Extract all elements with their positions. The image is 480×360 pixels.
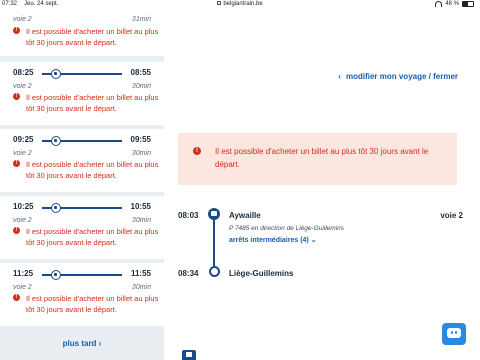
purchase-alert: ! Il est possible d'acheter un billet au… bbox=[178, 133, 457, 185]
later-link-label: plus tard bbox=[62, 339, 97, 348]
connection-warning: ! Il est possible d'acheter un billet au… bbox=[13, 293, 159, 315]
route-line bbox=[213, 220, 215, 266]
departure-station: Aywaille bbox=[229, 211, 261, 220]
warning-icon: ! bbox=[193, 147, 201, 155]
connection-timeline: 08:25 08:55 bbox=[13, 68, 151, 80]
connection-warning-text: Il est possible d'acheter un billet au p… bbox=[26, 27, 159, 47]
train-icon bbox=[208, 208, 220, 220]
chevron-left-icon: ‹ bbox=[338, 72, 341, 81]
connection-card[interactable]: 10:25 10:55 voie 2 30min ! Il est possib… bbox=[0, 196, 164, 259]
battery-percent: 48 % bbox=[445, 1, 459, 7]
connection-card[interactable]: 09:25 09:55 voie 2 30min ! Il est possib… bbox=[0, 129, 164, 192]
warning-icon: ! bbox=[13, 27, 20, 34]
connection-departure: 11:25 bbox=[13, 269, 34, 278]
alert-text: Il est possible d'acheter un billet au p… bbox=[215, 147, 429, 169]
connection-arrival: 08:55 bbox=[130, 68, 151, 77]
connection-warning: ! Il est possible d'acheter un billet au… bbox=[13, 159, 159, 181]
warning-icon: ! bbox=[13, 160, 20, 167]
connection-card[interactable]: 11:25 11:55 voie 2 30min ! Il est possib… bbox=[0, 263, 164, 326]
intermediate-stops-toggle[interactable]: arrêts intermédiaires (4) ⌄ bbox=[229, 236, 317, 244]
connection-warning-text: Il est possible d'acheter un billet au p… bbox=[26, 93, 159, 113]
later-link[interactable]: plus tard › bbox=[0, 339, 164, 348]
connection-warning: ! Il est possible d'acheter un billet au… bbox=[13, 92, 159, 114]
connection-duration: 30min bbox=[131, 284, 151, 291]
connection-departure: 08:25 bbox=[13, 68, 34, 77]
connection-warning: ! Il est possible d'acheter un billet au… bbox=[13, 226, 159, 248]
connection-platform: voie 2 bbox=[13, 150, 32, 157]
connection-card[interactable]: 08:25 08:55 voie 2 30min ! Il est possib… bbox=[0, 62, 164, 125]
journey-timeline: 08:03 Aywaille voie 2 P 7485 en directio… bbox=[178, 205, 463, 285]
url-text: belgiantrain.be bbox=[223, 1, 263, 7]
chevron-down-icon: ⌄ bbox=[310, 237, 317, 244]
battery-fill bbox=[463, 2, 468, 6]
departure-time: 08:03 bbox=[178, 211, 199, 220]
connection-platform: voie 2 bbox=[13, 16, 32, 23]
warning-icon: ! bbox=[13, 93, 20, 100]
connections-sidebar: voie 2 31min ! Il est possible d'acheter… bbox=[0, 10, 164, 360]
status-bar: 07:32 Jeu. 24 sept. belgiantrain.be 48 % bbox=[0, 0, 480, 10]
connection-departure: 10:25 bbox=[13, 202, 34, 211]
battery-icon bbox=[462, 1, 474, 7]
wifi-icon bbox=[435, 1, 443, 7]
connection-duration: 30min bbox=[131, 83, 151, 90]
modify-trip-link[interactable]: ‹ modifier mon voyage / fermer bbox=[338, 72, 458, 81]
chat-bot-icon bbox=[447, 328, 461, 338]
train-icon bbox=[51, 69, 61, 79]
journey-detail-panel bbox=[164, 10, 480, 360]
warning-icon: ! bbox=[13, 227, 20, 234]
connection-arrival: 09:55 bbox=[130, 135, 151, 144]
modify-trip-label: modifier mon voyage / fermer bbox=[345, 72, 458, 81]
connection-duration: 31min bbox=[131, 16, 151, 23]
train-icon bbox=[51, 203, 61, 213]
arrival-station: Liège-Guillemins bbox=[229, 269, 294, 278]
connection-timeline: 10:25 10:55 bbox=[13, 202, 151, 214]
connection-card[interactable]: voie 2 31min ! Il est possible d'acheter… bbox=[0, 10, 164, 56]
connection-warning: ! Il est possible d'acheter un billet au… bbox=[13, 26, 159, 48]
connection-warning-text: Il est possible d'acheter un billet au p… bbox=[26, 294, 159, 314]
train-icon bbox=[182, 350, 196, 360]
lock-icon bbox=[217, 1, 222, 6]
train-icon bbox=[51, 270, 61, 280]
warning-icon: ! bbox=[13, 294, 20, 301]
connection-duration: 30min bbox=[131, 150, 151, 157]
address-bar[interactable]: belgiantrain.be bbox=[0, 1, 480, 7]
chat-button[interactable] bbox=[442, 323, 466, 345]
connection-timeline: 09:25 09:55 bbox=[13, 135, 151, 147]
destination-dot-icon bbox=[209, 266, 220, 277]
train-icon bbox=[51, 136, 61, 146]
connection-timeline: 11:25 11:55 bbox=[13, 269, 151, 281]
train-info: P 7485 en direction de Liège-Guillemins bbox=[229, 225, 345, 232]
connection-platform: voie 2 bbox=[13, 83, 32, 90]
connection-warning-text: Il est possible d'acheter un billet au p… bbox=[26, 160, 159, 180]
connection-departure: 09:25 bbox=[13, 135, 34, 144]
intermediate-stops-label: arrêts intermédiaires (4) bbox=[229, 237, 309, 244]
connection-platform: voie 2 bbox=[13, 284, 32, 291]
connection-arrival: 11:55 bbox=[130, 269, 151, 278]
chevron-right-icon: › bbox=[98, 339, 102, 348]
connection-platform: voie 2 bbox=[13, 217, 32, 224]
arrival-time: 08:34 bbox=[178, 269, 199, 278]
connection-warning-text: Il est possible d'acheter un billet au p… bbox=[26, 227, 159, 247]
departure-platform: voie 2 bbox=[440, 211, 463, 220]
connection-duration: 30min bbox=[131, 217, 151, 224]
connection-arrival: 10:55 bbox=[130, 202, 151, 211]
status-indicators: 48 % bbox=[435, 1, 474, 7]
